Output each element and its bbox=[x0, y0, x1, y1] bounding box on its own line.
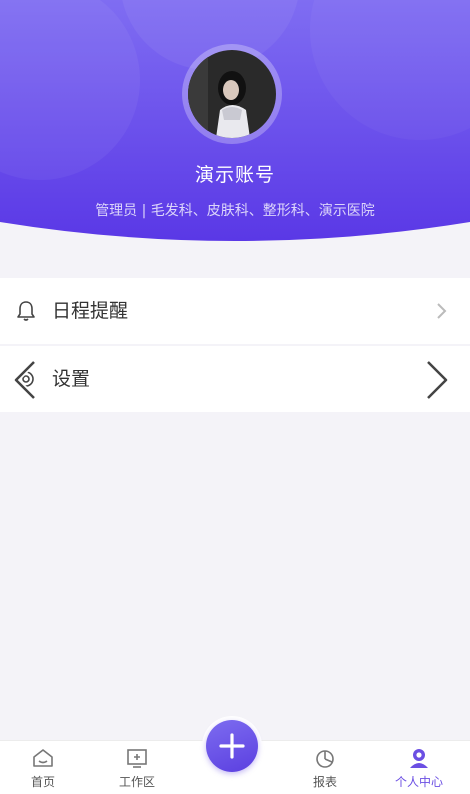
avatar-photo bbox=[188, 50, 276, 138]
avatar[interactable] bbox=[182, 44, 282, 144]
previous-arrow-icon[interactable] bbox=[8, 358, 42, 402]
tab-label: 工作区 bbox=[118, 775, 155, 789]
tab-report[interactable]: 报表 bbox=[290, 741, 360, 794]
menu-item-settings[interactable]: 设置 bbox=[0, 346, 470, 412]
profile-header: 演示账号 管理员 | 毛发科、皮肤科、整形科、演示医院 bbox=[0, 0, 470, 250]
add-button[interactable] bbox=[206, 720, 258, 772]
menu-item-label: 设置 bbox=[52, 368, 91, 390]
workspace-icon bbox=[127, 749, 147, 768]
account-name: 演示账号 bbox=[194, 164, 275, 186]
bell-icon bbox=[17, 301, 35, 321]
chevron-right-icon bbox=[437, 303, 447, 319]
home-icon bbox=[33, 749, 53, 767]
user-center-icon bbox=[410, 749, 428, 768]
tab-workspace[interactable]: 工作区 bbox=[102, 741, 172, 794]
pie-chart-icon bbox=[316, 750, 334, 768]
tab-home[interactable]: 首页 bbox=[8, 741, 78, 794]
next-arrow-icon[interactable] bbox=[420, 358, 454, 402]
menu-item-label: 日程提醒 bbox=[52, 300, 129, 322]
tab-label: 报表 bbox=[312, 775, 337, 789]
tab-label: 首页 bbox=[30, 775, 55, 789]
menu-item-schedule-reminder[interactable]: 日程提醒 bbox=[0, 278, 470, 344]
tab-user-center[interactable]: 个人中心 bbox=[384, 741, 454, 794]
tab-label: 个人中心 bbox=[394, 775, 443, 789]
account-role: 管理员 | 毛发科、皮肤科、整形科、演示医院 bbox=[95, 203, 375, 219]
plus-icon bbox=[219, 733, 245, 759]
